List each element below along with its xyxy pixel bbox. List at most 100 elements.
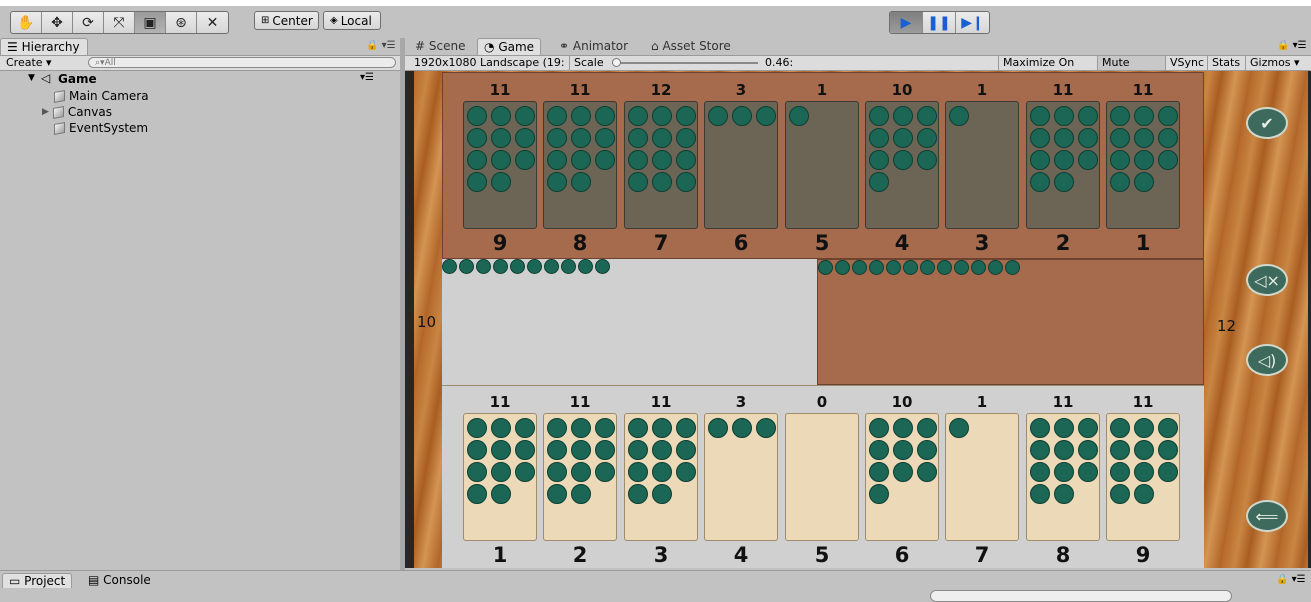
mute-audio-toggle[interactable]: Mute Audio xyxy=(1098,56,1166,83)
player-pit[interactable] xyxy=(704,413,778,541)
pit-count: 11 xyxy=(650,393,672,411)
scale-track[interactable] xyxy=(612,62,758,64)
pause-icon[interactable]: ❚❚ xyxy=(923,12,956,33)
player-pit[interactable] xyxy=(543,413,617,541)
bottom-menu-icon[interactable]: 🔒 ▾☰ xyxy=(1276,574,1306,585)
stone xyxy=(491,172,511,192)
stone xyxy=(1134,172,1154,192)
stone xyxy=(595,440,615,460)
stone xyxy=(732,418,752,438)
resolution-dropdown[interactable]: 1920x1080 Landscape (19: ⇕ xyxy=(410,56,570,82)
stats-toggle[interactable]: Stats xyxy=(1208,56,1246,70)
stone xyxy=(515,418,535,438)
pit-count: 11 xyxy=(1132,81,1154,99)
scale-tool-icon[interactable]: ⤧ xyxy=(104,12,135,33)
search-placeholder: All xyxy=(104,58,116,68)
gizmos-dropdown[interactable]: Gizmos ▾ xyxy=(1246,56,1308,70)
hierarchy-menu-icon[interactable]: 🔒 ▾☰ xyxy=(366,40,396,51)
play-icon[interactable]: ▶ xyxy=(890,12,923,33)
folder-icon: ▭ xyxy=(9,574,21,588)
hierarchy-search-input[interactable]: ⌕▾All xyxy=(88,57,396,68)
pivot-center-button[interactable]: ⊞ Center xyxy=(254,11,319,30)
custom-tool-icon[interactable]: ✕ xyxy=(197,12,228,33)
player-pit[interactable] xyxy=(945,413,1019,541)
stone xyxy=(467,150,487,170)
player-pit[interactable] xyxy=(1026,413,1100,541)
stone xyxy=(467,106,487,126)
stone xyxy=(1030,172,1050,192)
pit-count: 11 xyxy=(1052,81,1074,99)
stone xyxy=(1134,106,1154,126)
stone xyxy=(515,106,535,126)
opponent-pit[interactable] xyxy=(704,101,778,229)
search-icon: ⌕▾ xyxy=(95,58,105,68)
mute-icon[interactable]: ◁× xyxy=(1246,264,1288,296)
pit-stones xyxy=(1027,417,1101,505)
opponent-pit[interactable] xyxy=(463,101,537,229)
step-icon[interactable]: ▶❙ xyxy=(956,12,989,33)
scale-slider[interactable]: Scale 0.46: xyxy=(570,56,800,70)
hierarchy-item-label: Main Camera xyxy=(69,89,149,103)
expand-arrow-icon[interactable]: ▼ xyxy=(28,73,35,83)
tab-animator[interactable]: ⚭ Animator xyxy=(553,38,634,55)
stone xyxy=(442,259,457,274)
check-icon[interactable]: ✔ xyxy=(1246,107,1288,139)
stone xyxy=(869,418,889,438)
maximize-on-play-toggle[interactable]: Maximize On Play xyxy=(998,56,1098,83)
pit-stones xyxy=(625,417,699,505)
pit-count: 1 xyxy=(976,393,988,411)
opponent-pit[interactable] xyxy=(865,101,939,229)
opponent-pit[interactable] xyxy=(785,101,859,229)
hierarchy-item[interactable]: ▶ Canvas xyxy=(42,104,112,120)
tab-menu-icon[interactable]: 🔒 ▾☰ xyxy=(1277,40,1307,51)
player-pit[interactable] xyxy=(463,413,537,541)
tab-scene[interactable]: # Scene xyxy=(409,38,471,55)
pit-index: 5 xyxy=(814,231,830,255)
opponent-pit[interactable] xyxy=(945,101,1019,229)
stone xyxy=(1110,172,1130,192)
tab-asset-store[interactable]: ⌂ Asset Store xyxy=(645,38,737,55)
expand-arrow-icon[interactable]: ▶ xyxy=(42,107,49,117)
opponent-pit[interactable] xyxy=(543,101,617,229)
scale-thumb[interactable] xyxy=(612,58,621,67)
pit-stones xyxy=(866,417,940,505)
move-tool-icon[interactable]: ✥ xyxy=(42,12,73,33)
tab-console[interactable]: ▤ Console xyxy=(82,573,157,588)
transform-tool-icon[interactable]: ⊛ xyxy=(166,12,197,33)
sound-icon[interactable]: ◁) xyxy=(1246,344,1288,376)
hierarchy-tab[interactable]: ☰ Hierarchy xyxy=(0,38,88,55)
tab-project[interactable]: ▭ Project xyxy=(2,573,73,588)
project-search-input[interactable] xyxy=(930,590,1232,602)
opponent-pit[interactable] xyxy=(1026,101,1100,229)
pit-index: 1 xyxy=(1135,231,1151,255)
hierarchy-item[interactable]: EventSystem xyxy=(54,120,148,136)
rect-tool-icon[interactable]: ▣ xyxy=(135,12,166,33)
stone xyxy=(676,418,696,438)
opponent-pit[interactable] xyxy=(624,101,698,229)
hand-tool-icon[interactable]: ✋ xyxy=(11,12,42,33)
pit-count: 11 xyxy=(489,81,511,99)
local-icon: ◈ xyxy=(330,15,338,26)
right-store xyxy=(817,259,1204,385)
stone xyxy=(467,418,487,438)
create-dropdown[interactable]: Create ▾ xyxy=(6,56,52,69)
pit-count: 10 xyxy=(891,81,913,99)
player-pit[interactable] xyxy=(865,413,939,541)
scene-row[interactable]: ▼ ◁ Game ▾☰ xyxy=(24,71,400,88)
vsync-toggle[interactable]: VSync xyxy=(1166,56,1208,70)
rotate-tool-icon[interactable]: ⟳ xyxy=(73,12,104,33)
scene-menu-icon[interactable]: ▾☰ xyxy=(360,72,374,83)
stone xyxy=(467,440,487,460)
opponent-pit[interactable] xyxy=(1106,101,1180,229)
player-pit[interactable] xyxy=(785,413,859,541)
gizmos-label: Gizmos xyxy=(1250,56,1291,69)
pit-index: 8 xyxy=(572,231,588,255)
gameobject-icon xyxy=(54,121,65,135)
player-pit[interactable] xyxy=(624,413,698,541)
hierarchy-item[interactable]: Main Camera xyxy=(54,88,149,104)
stone xyxy=(547,128,567,148)
back-arrow-icon[interactable]: ⟸ xyxy=(1246,500,1288,532)
pivot-local-button[interactable]: ◈ Local xyxy=(323,11,381,30)
player-pit[interactable] xyxy=(1106,413,1180,541)
tab-game[interactable]: ◔ Game xyxy=(477,38,542,55)
